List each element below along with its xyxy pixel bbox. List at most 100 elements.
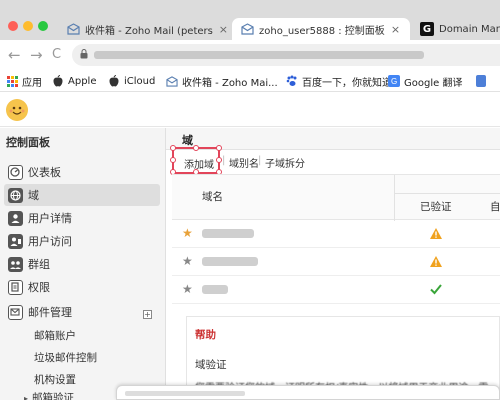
domain-name-redacted <box>202 285 228 294</box>
domain-table-header: 域名 已验证 自 <box>172 174 500 221</box>
close-window-button[interactable] <box>8 21 18 31</box>
bookmark-overflow[interactable] <box>476 73 490 89</box>
sidebar-item-permissions[interactable]: 权限 <box>4 276 160 298</box>
sidebar-item-groups[interactable]: 群组 <box>4 253 160 275</box>
forward-button[interactable]: → <box>30 46 43 64</box>
selection-handle-icon <box>170 145 176 151</box>
user-icon <box>8 210 23 226</box>
sidebar-subitem-org-settings[interactable]: 机构设置 <box>34 372 76 387</box>
address-bar[interactable] <box>72 44 500 66</box>
globe-icon <box>8 187 23 203</box>
help-title: 帮助 <box>195 329 216 341</box>
sidebar-item-dashboard[interactable]: 仪表板 <box>4 161 160 183</box>
maximize-window-button[interactable] <box>38 21 48 31</box>
checkmark-icon <box>428 281 444 297</box>
g-logo-icon: G <box>420 22 434 36</box>
sidebar-item-mail-management[interactable]: 邮件管理 <box>4 301 160 323</box>
sidebar-subitem-mailbox-accounts[interactable]: 邮箱账户 <box>34 328 76 343</box>
apple-icon <box>108 75 120 87</box>
tab-control-panel[interactable]: zoho_user5888 : 控制面板 × <box>232 18 410 40</box>
sidebar-item-label: 用户访问 <box>28 235 72 248</box>
sidebar-item-label: 用户详情 <box>28 212 72 225</box>
expand-toggle-button[interactable]: + <box>143 310 152 319</box>
sidebar-subitem-spam-control[interactable]: 垃圾邮件控制 <box>34 350 97 365</box>
main-panel: 域 添加域 | 域别名 | 子域拆分 域名 已验证 自 ★ ★ ★ 帮助 域验证 <box>166 128 500 400</box>
bookmark-icloud[interactable]: iCloud <box>108 73 155 89</box>
bookmark-apple[interactable]: Apple <box>52 73 96 89</box>
selection-handle-icon <box>216 145 222 151</box>
sidebar-item-label: 权限 <box>28 281 50 294</box>
table-row[interactable]: ★ <box>172 248 500 276</box>
domain-name-redacted <box>202 229 254 238</box>
zoho-mail-icon <box>166 75 178 87</box>
lock-icon <box>80 49 88 59</box>
sidebar-subitem-mailbox-verification[interactable]: ▸ 邮箱验证 <box>24 390 74 400</box>
browser-tab-strip: 收件箱 - Zoho Mail (peterson_ × zoho_user58… <box>0 0 500 40</box>
zoho-mail-icon <box>66 22 80 36</box>
column-header-next[interactable]: 自 <box>490 199 500 214</box>
browser-toolbar: ← → C <box>0 40 500 70</box>
column-header-verified[interactable]: 已验证 <box>420 199 452 214</box>
tab-label: 收件箱 - Zoho Mail (peterson_ <box>85 25 213 37</box>
bookmark-label: 应用 <box>22 77 42 89</box>
page-title: 域 <box>182 134 193 147</box>
back-button[interactable]: ← <box>8 46 21 64</box>
bookmarks-bar: 应用 Apple iCloud 收件箱 - Zoho Mai... 百度一下，你… <box>0 70 500 92</box>
document-icon <box>476 75 486 87</box>
sidebar-subitem-label: 邮箱验证 <box>32 392 75 400</box>
reload-button[interactable]: C <box>52 46 61 64</box>
bookmark-apps[interactable]: 应用 <box>6 73 42 89</box>
domain-alias-button[interactable]: 域别名 <box>229 155 259 170</box>
baidu-paw-icon <box>286 75 298 87</box>
apps-grid-icon <box>6 75 18 87</box>
tab-domain-manager[interactable]: G Domain Manag <box>414 18 500 40</box>
bookmark-google-translate[interactable]: G Google 翻译 <box>388 73 462 89</box>
domain-name-redacted <box>202 257 258 266</box>
chevron-right-icon: ▸ <box>24 394 29 400</box>
tab-label: zoho_user5888 : 控制面板 <box>259 25 385 37</box>
column-header-domain[interactable]: 域名 <box>202 189 223 204</box>
star-icon[interactable]: ★ <box>182 254 193 268</box>
bookmark-label: iCloud <box>124 75 156 87</box>
sidebar-item-domains[interactable]: 域 <box>4 184 160 206</box>
add-domain-button[interactable]: 添加域 <box>170 145 222 175</box>
toolbar-separator: | <box>258 155 262 166</box>
tab-inbox[interactable]: 收件箱 - Zoho Mail (peterson_ × <box>60 18 228 40</box>
popup-panel[interactable] <box>116 385 500 400</box>
sidebar-item-user-access[interactable]: 用户访问 <box>4 230 160 252</box>
close-tab-icon[interactable]: × <box>219 23 228 36</box>
url-text-redacted <box>94 51 424 59</box>
header-divider <box>394 175 395 221</box>
avatar[interactable] <box>6 99 28 121</box>
help-subtitle: 域验证 <box>195 359 227 371</box>
minimize-window-button[interactable] <box>23 21 33 31</box>
bookmark-zoho-inbox[interactable]: 收件箱 - Zoho Mai... <box>166 73 278 89</box>
subdomain-split-button[interactable]: 子域拆分 <box>265 155 305 170</box>
warning-icon <box>428 225 444 241</box>
table-row[interactable]: ★ <box>172 276 500 304</box>
close-tab-icon[interactable]: × <box>391 23 400 36</box>
table-row[interactable]: ★ <box>172 220 500 248</box>
bookmark-label: 百度一下，你就知道 <box>302 77 392 89</box>
tab-label: Domain Manag <box>439 23 500 35</box>
sidebar-item-user-details[interactable]: 用户详情 <box>4 207 160 229</box>
sidebar: 控制面板 仪表板 域 用户详情 用户访问 群组 权限 邮件管理 + 邮箱账户 垃… <box>0 128 166 400</box>
bookmark-label: Apple <box>68 75 97 87</box>
star-icon[interactable]: ★ <box>182 282 193 296</box>
permission-icon <box>8 279 23 295</box>
selection-handle-icon <box>170 157 176 163</box>
sidebar-item-label: 邮件管理 <box>28 306 72 319</box>
bookmark-label: 收件箱 - Zoho Mai... <box>182 77 278 89</box>
bookmark-baidu[interactable]: 百度一下，你就知道 <box>286 73 392 89</box>
app-header <box>0 93 500 127</box>
popup-content-redacted <box>125 391 245 396</box>
bookmark-label: Google 翻译 <box>404 77 463 89</box>
dashboard-icon <box>8 164 23 180</box>
mail-icon <box>8 304 23 320</box>
add-domain-label: 添加域 <box>184 160 214 171</box>
header-divider <box>394 193 500 194</box>
star-icon[interactable]: ★ <box>182 226 193 240</box>
zoho-mail-icon <box>240 22 254 36</box>
toolbar-separator: | <box>222 155 226 166</box>
group-icon <box>8 256 23 272</box>
